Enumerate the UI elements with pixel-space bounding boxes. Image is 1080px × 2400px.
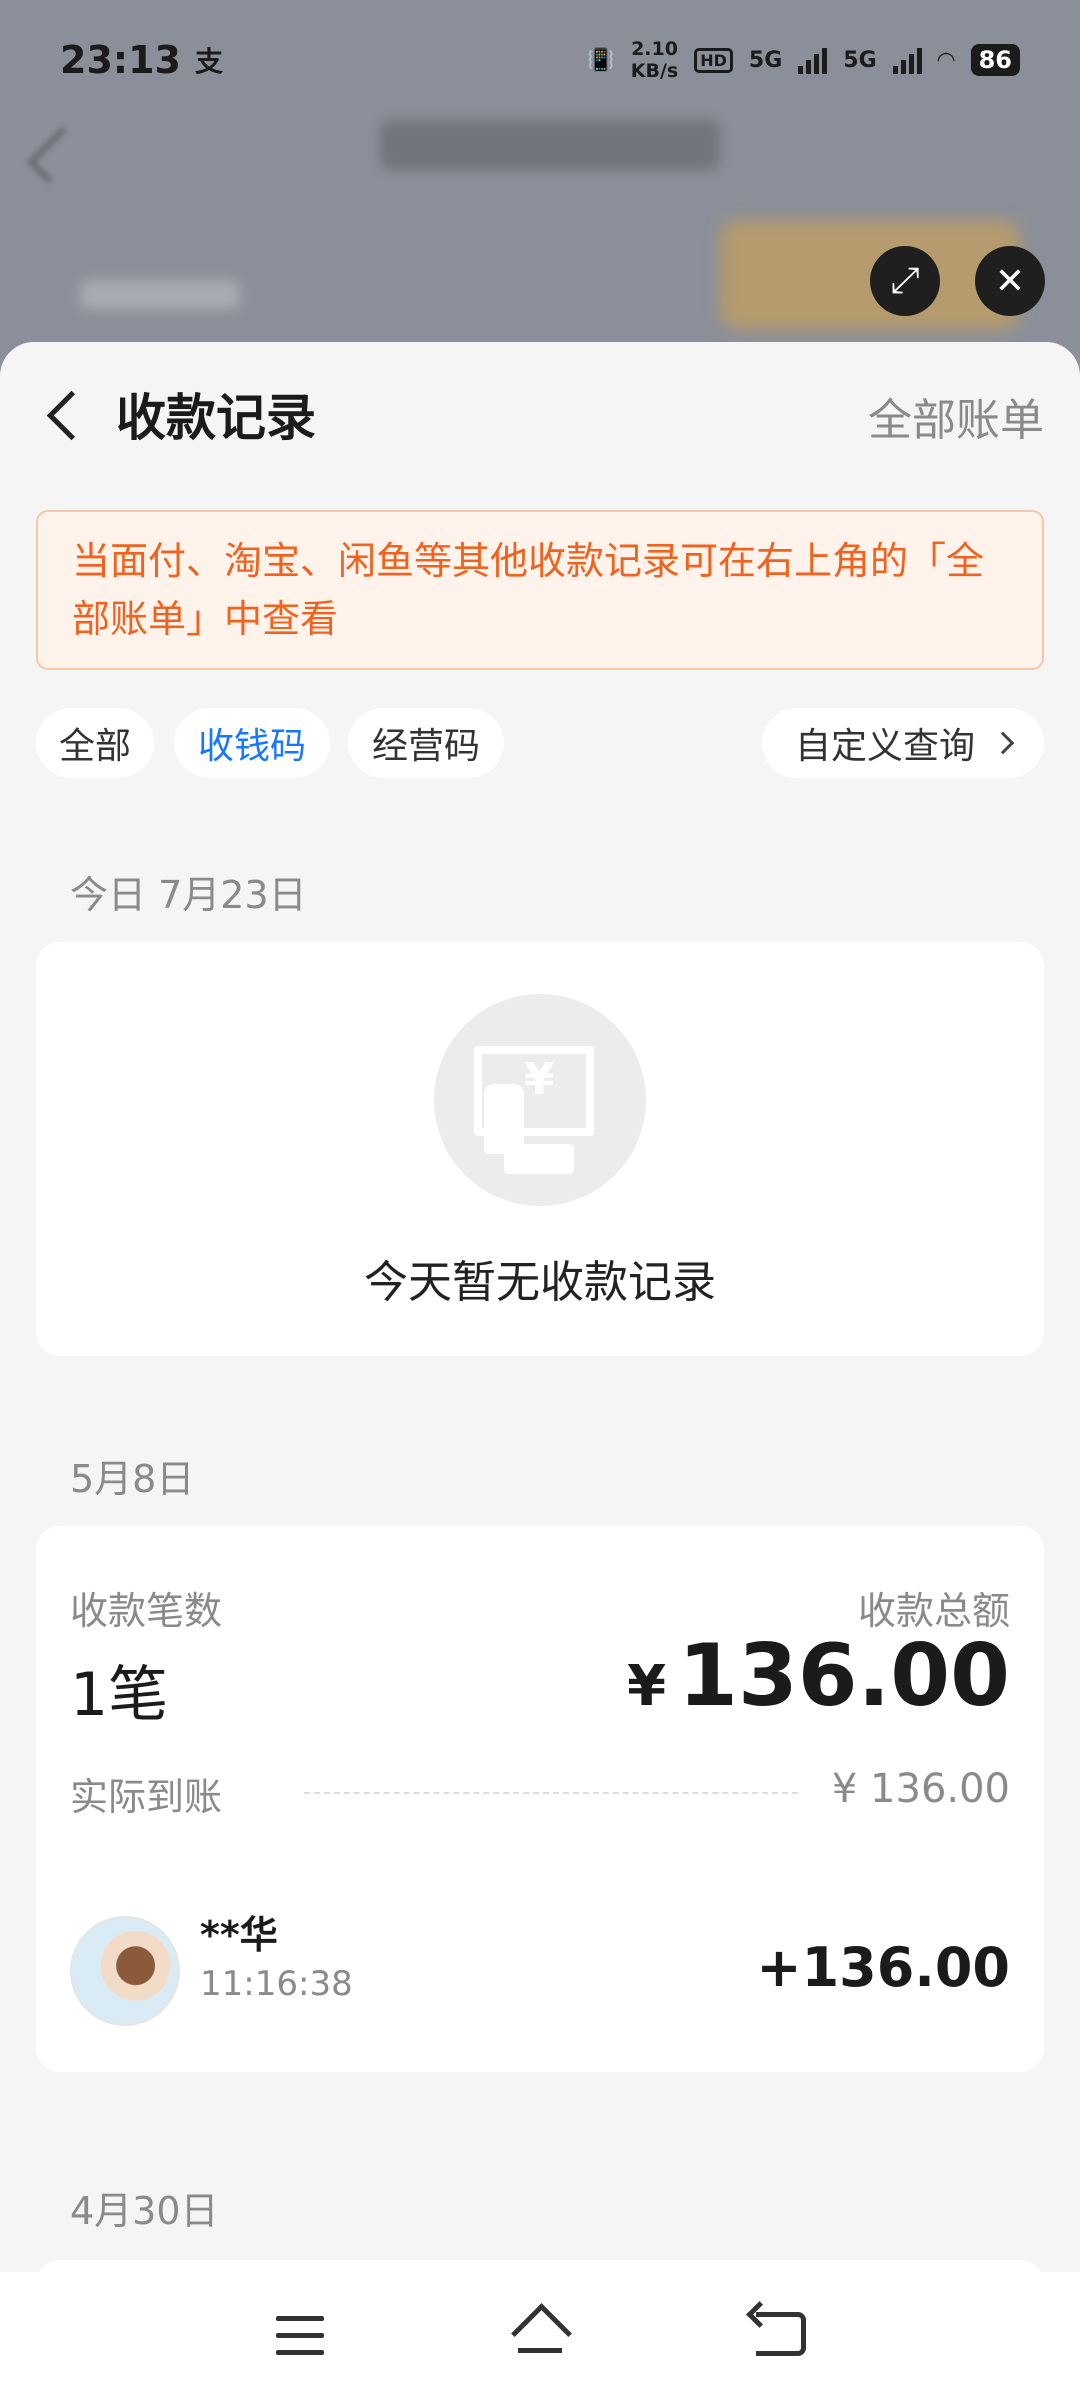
sim2-label: 5G <box>843 47 877 73</box>
vibrate-icon: 📳 <box>587 47 615 73</box>
total-currency: ¥ <box>627 1654 667 1719</box>
chevron-right-icon <box>991 731 1015 755</box>
home-icon[interactable] <box>512 2306 568 2358</box>
filter-all[interactable]: 全部 <box>36 708 154 778</box>
expand-icon[interactable]: ⤢ <box>870 246 940 316</box>
back-icon[interactable] <box>756 2312 806 2356</box>
empty-records-text: 今天暂无收款记录 <box>364 1257 716 1308</box>
signal-icon-sim2 <box>892 46 922 74</box>
empty-records-illustration-icon: ¥ <box>434 994 646 1206</box>
filter-tabs: 全部 收钱码 经营码 自定义查询 <box>36 708 1044 778</box>
page-title: 收款记录 <box>116 389 316 447</box>
status-bar: 23:13 支 📳 2.10 KB/s HD 5G 5G ◠ 86 <box>0 0 1080 120</box>
sim1-label: 5G <box>748 47 783 73</box>
alipay-notification-icon: 支 <box>194 45 223 78</box>
payer-avatar <box>70 1916 180 2026</box>
actual-received-label: 实际到账 <box>70 1775 223 1819</box>
all-bills-link[interactable]: 全部账单 <box>868 384 1044 448</box>
menu-icon[interactable] <box>276 2316 324 2356</box>
count-label: 收款笔数 <box>70 1589 223 1633</box>
background-line <box>80 280 240 310</box>
section-date-may8: 5月8日 <box>70 1457 195 1501</box>
hd-icon: HD <box>694 47 733 73</box>
wifi-icon: ◠ <box>937 47 955 73</box>
may8-summary-card[interactable]: 收款笔数 收款总额 1笔 ¥136.00 实际到账 ¥ 136.00 **华 1… <box>36 1526 1044 2072</box>
section-date-today: 今日 7月23日 <box>70 873 307 917</box>
section-date-apr30: 4月30日 <box>70 2189 219 2233</box>
background-title <box>380 120 720 170</box>
transaction-amount: +136.00 <box>756 1936 1010 1999</box>
signal-icon-sim1 <box>798 46 828 74</box>
dashed-divider <box>304 1792 798 1794</box>
transaction-time: 11:16:38 <box>200 1964 353 2004</box>
count-value: 1笔 <box>70 1660 169 1730</box>
total-amount: 136.00 <box>678 1626 1010 1726</box>
apr30-card[interactable] <box>36 2260 1044 2272</box>
custom-query-button[interactable]: 自定义查询 <box>762 708 1044 778</box>
sheet-header: 收款记录 全部账单 <box>0 342 1080 482</box>
battery-icon: 86 <box>970 44 1020 76</box>
payer-name: **华 <box>200 1913 278 1957</box>
yen-icon: ¥ <box>524 1054 555 1105</box>
back-arrow-icon[interactable] <box>40 390 90 440</box>
receipt-records-sheet: 收款记录 全部账单 当面付、淘宝、闲鱼等其他收款记录可在右上角的「全部账单」中查… <box>0 342 1080 2272</box>
empty-base-shape <box>504 1144 574 1174</box>
today-empty-card: ¥ 今天暂无收款记录 <box>36 942 1044 1356</box>
background-back-icon <box>26 126 84 184</box>
status-time: 23:13 <box>60 38 181 82</box>
total-value: ¥136.00 <box>627 1626 1010 1726</box>
status-indicators: 📳 2.10 KB/s HD 5G 5G ◠ 86 <box>587 38 1020 82</box>
filter-business-code[interactable]: 经营码 <box>348 708 504 778</box>
custom-query-label: 自定义查询 <box>794 726 975 767</box>
network-speed: 2.10 KB/s <box>630 38 679 82</box>
close-icon[interactable]: ✕ <box>975 246 1045 316</box>
notice-banner: 当面付、淘宝、闲鱼等其他收款记录可在右上角的「全部账单」中查看 <box>36 510 1044 670</box>
actual-received-value: ¥ 136.00 <box>831 1766 1010 1812</box>
system-navigation-bar <box>0 2272 1080 2400</box>
filter-qr-code[interactable]: 收钱码 <box>174 708 330 778</box>
